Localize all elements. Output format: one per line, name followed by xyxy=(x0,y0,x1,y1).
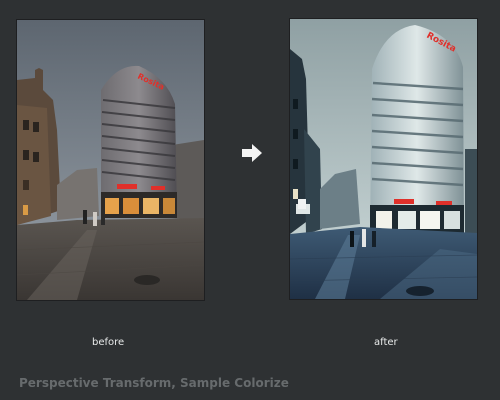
after-photo: Rosita xyxy=(290,19,477,299)
before-photo: Rosita xyxy=(17,20,204,300)
arrow-right-icon xyxy=(242,144,262,162)
after-caption: after xyxy=(374,337,398,348)
before-photo-image: Rosita xyxy=(17,20,204,300)
footer-title: Perspective Transform, Sample Colorize xyxy=(19,376,289,390)
after-photo-image: Rosita xyxy=(290,19,477,299)
before-caption: before xyxy=(92,337,125,348)
